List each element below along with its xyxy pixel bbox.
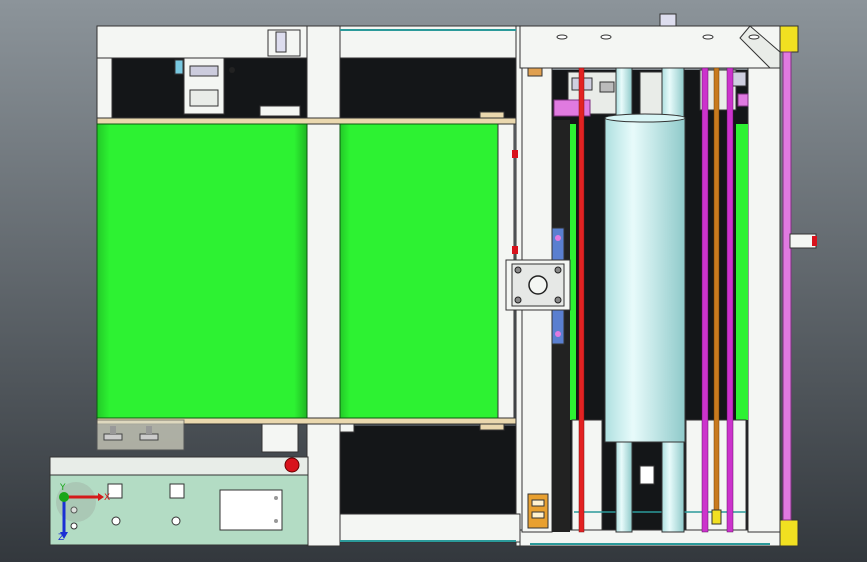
- small-blue-tab: [174, 59, 184, 75]
- tensioner-bolt-center: [528, 275, 548, 295]
- control-panel-top: [49, 456, 309, 476]
- lower-cavity: [340, 426, 516, 516]
- magenta-shaft-2: [726, 67, 734, 533]
- roller-right-post: [747, 67, 781, 533]
- pink-guide-rod: [782, 51, 792, 521]
- center-frame-post: [306, 25, 341, 547]
- orange-shaft: [713, 67, 720, 515]
- emergency-stop-button[interactable]: [284, 457, 300, 473]
- display-screen: [219, 489, 283, 531]
- red-shaft: [578, 67, 585, 533]
- main-roller: [604, 117, 686, 443]
- conveyor-belt-left: [96, 123, 308, 419]
- conveyor-belt-right: [339, 123, 507, 419]
- left-frame-post: [96, 57, 113, 123]
- axis-label-y: Y: [59, 483, 66, 493]
- axis-label-x: X: [104, 493, 110, 503]
- yellow-end-block-bottom: [779, 519, 799, 547]
- cad-drawing: X Y Z: [0, 0, 867, 562]
- belt-top-edge: [96, 117, 517, 125]
- bottom-frame-rail: [339, 513, 521, 543]
- blue-slide-top: [551, 227, 565, 263]
- yellow-end-block-top: [779, 25, 799, 53]
- cad-viewport[interactable]: X Y Z: [0, 0, 867, 562]
- blue-slide-bottom: [551, 307, 565, 345]
- roller-top-frame: [519, 25, 781, 69]
- right-roller-module: [505, 13, 817, 547]
- panel-switch-2[interactable]: [169, 483, 185, 499]
- axis-label-z: Z: [58, 533, 64, 543]
- orange-sensor: [527, 493, 549, 529]
- magenta-shaft-1: [701, 67, 709, 533]
